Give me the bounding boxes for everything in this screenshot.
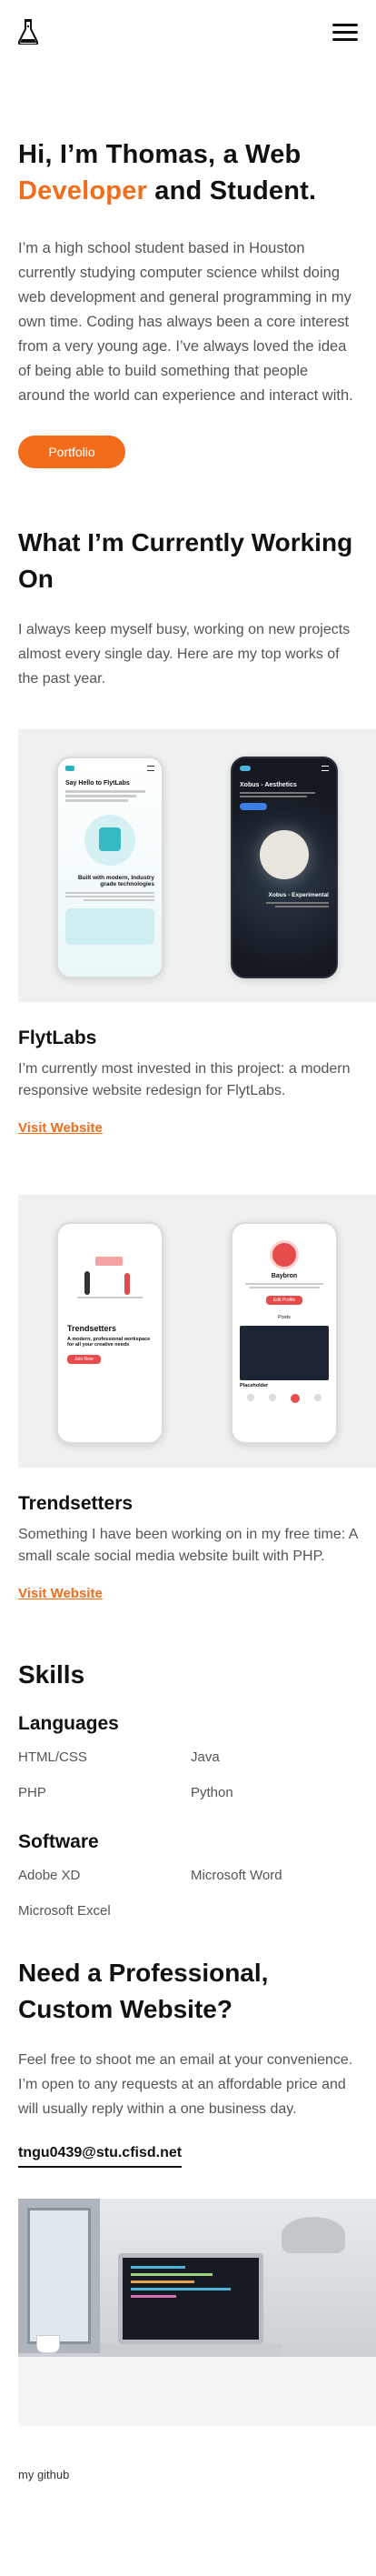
skill-item: Microsoft Excel bbox=[18, 1903, 111, 1919]
visit-website-link[interactable]: Visit Website bbox=[18, 1586, 103, 1601]
hero-section: Hi, I’m Thomas, a Web Developer and Stud… bbox=[0, 64, 376, 468]
github-link[interactable]: my github bbox=[18, 2468, 69, 2481]
software-list: Adobe XD Microsoft Word Microsoft Excel bbox=[18, 1868, 358, 1919]
hamburger-menu-icon[interactable] bbox=[332, 23, 358, 41]
laptop-desk-image bbox=[18, 2199, 376, 2426]
languages-title: Languages bbox=[18, 1713, 119, 1734]
languages-list: HTML/CSS Java PHP Python bbox=[18, 1749, 358, 1800]
flytlabs-preview-image: Say Hello to FlytLabs Built with modern,… bbox=[18, 729, 376, 1002]
contact-title: Need a Professional, Custom Website? bbox=[18, 1959, 269, 2023]
trendsetters-project: Trendsetters Something I have been worki… bbox=[0, 1493, 376, 1602]
profile-phone-mockup: Baybron Edit Profile Posts Placeholder bbox=[231, 1222, 338, 1444]
project-title: FlytLabs bbox=[18, 1027, 97, 1048]
skill-item: Adobe XD bbox=[18, 1868, 81, 1883]
portfolio-button[interactable]: Portfolio bbox=[18, 436, 125, 468]
hero-title: Hi, I’m Thomas, a Web Developer and Stud… bbox=[18, 140, 317, 205]
site-footer: my github bbox=[0, 2426, 376, 2518]
working-intro: I always keep myself busy, working on ne… bbox=[18, 622, 351, 687]
working-title: What I’m Currently Working On bbox=[18, 528, 353, 593]
skill-item: Java bbox=[191, 1749, 220, 1765]
skill-item: PHP bbox=[18, 1785, 46, 1800]
flytlabs-project: FlytLabs I’m currently most invested in … bbox=[0, 1027, 376, 1137]
skill-item: Microsoft Word bbox=[191, 1868, 282, 1883]
contact-text: Feel free to shoot me an email at your c… bbox=[18, 2052, 353, 2117]
trendsetters-preview-image: Trendsetters A modern, professional work… bbox=[18, 1195, 376, 1468]
skill-item: Python bbox=[191, 1785, 233, 1800]
xobus-phone-mockup: Xobus - Aesthetics Xobus - Experimental bbox=[231, 757, 338, 978]
visit-website-link[interactable]: Visit Website bbox=[18, 1120, 103, 1136]
flytlabs-phone-mockup: Say Hello to FlytLabs Built with modern,… bbox=[56, 757, 163, 978]
skills-title: Skills bbox=[18, 1660, 85, 1689]
site-header bbox=[0, 0, 376, 64]
page: Hi, I’m Thomas, a Web Developer and Stud… bbox=[0, 0, 376, 2518]
skills-section: Skills Languages HTML/CSS Java PHP Pytho… bbox=[0, 1602, 376, 1919]
working-section: What I’m Currently Working On I always k… bbox=[0, 468, 376, 691]
hero-intro: I’m a high school student based in Houst… bbox=[18, 240, 353, 404]
software-title: Software bbox=[18, 1831, 99, 1852]
project-description: Something I have been working on in my f… bbox=[18, 1527, 358, 1564]
flask-icon[interactable] bbox=[18, 19, 38, 45]
contact-section: Need a Professional, Custom Website? Fee… bbox=[0, 1919, 376, 2168]
skill-item: HTML/CSS bbox=[18, 1749, 87, 1765]
hero-title-highlight: Developer bbox=[18, 176, 148, 205]
project-title: Trendsetters bbox=[18, 1493, 134, 1514]
project-description: I’m currently most invested in this proj… bbox=[18, 1061, 351, 1098]
trendsetters-phone-mockup: Trendsetters A modern, professional work… bbox=[56, 1222, 163, 1444]
email-link[interactable]: tngu0439@stu.cfisd.net bbox=[18, 2145, 183, 2168]
